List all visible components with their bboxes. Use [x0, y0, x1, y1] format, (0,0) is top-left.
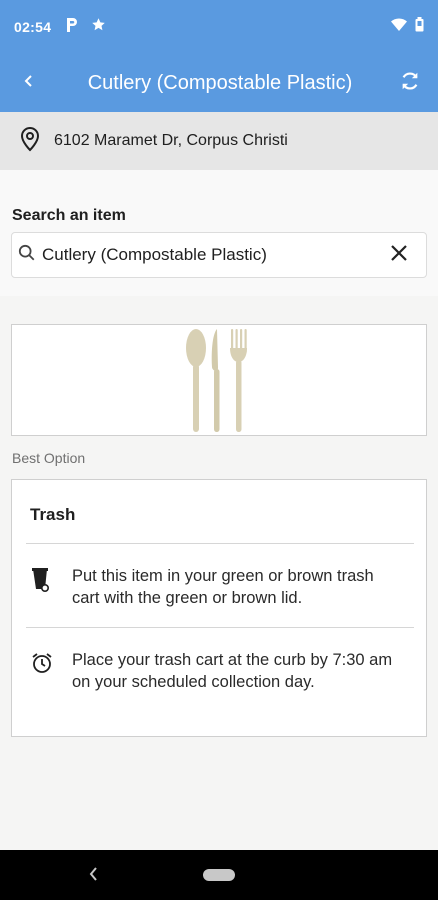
search-section: Search an item Cutlery (Compostable Plas… — [0, 170, 438, 296]
status-bar: 02:54 — [0, 0, 438, 54]
address-bar[interactable]: 6102 Maramet Dr, Corpus Christi — [0, 112, 438, 170]
instruction-text: Place your trash cart at the curb by 7:3… — [72, 651, 393, 691]
location-pin-icon — [18, 126, 42, 157]
battery-icon — [415, 17, 424, 37]
chevron-left-icon — [23, 73, 35, 94]
status-time: 02:54 — [14, 19, 52, 35]
divider — [26, 543, 414, 544]
status-system-icons — [391, 17, 424, 37]
wifi-icon — [391, 17, 407, 37]
clear-search-button[interactable] — [372, 232, 426, 278]
page-title: Cutlery (Compostable Plastic) — [87, 71, 353, 94]
instruction-row: Put this item in your green or brown tra… — [12, 565, 426, 609]
search-input[interactable]: Cutlery (Compostable Plastic) — [11, 232, 427, 278]
divider — [26, 627, 414, 628]
disposal-method-title: Trash — [30, 505, 76, 524]
back-button[interactable] — [0, 54, 58, 112]
status-notification-icons — [65, 17, 106, 38]
app-bar: Cutlery (Compostable Plastic) — [0, 54, 438, 112]
search-label: Search an item — [12, 207, 126, 224]
address-text: 6102 Maramet Dr, Corpus Christi — [54, 132, 288, 149]
nav-back-icon[interactable] — [88, 864, 100, 889]
item-image — [11, 324, 427, 436]
trash-cart-icon — [31, 567, 53, 609]
instruction-text: Put this item in your green or brown tra… — [72, 567, 374, 607]
system-nav-bar — [0, 850, 438, 900]
refresh-icon — [399, 70, 421, 97]
close-icon — [390, 244, 408, 267]
search-value[interactable]: Cutlery (Compostable Plastic) — [42, 245, 372, 265]
search-icon — [18, 244, 36, 267]
best-option-label: Best Option — [12, 450, 86, 466]
home-pill[interactable] — [203, 869, 235, 881]
cutlery-illustration — [186, 329, 247, 432]
star-icon — [91, 17, 106, 37]
parking-icon — [65, 17, 79, 38]
instruction-row: Place your trash cart at the curb by 7:3… — [12, 649, 426, 693]
refresh-button[interactable] — [382, 54, 438, 112]
disposal-result-card: Trash Put this item in your green or bro… — [11, 479, 427, 737]
alarm-clock-icon — [30, 651, 54, 693]
